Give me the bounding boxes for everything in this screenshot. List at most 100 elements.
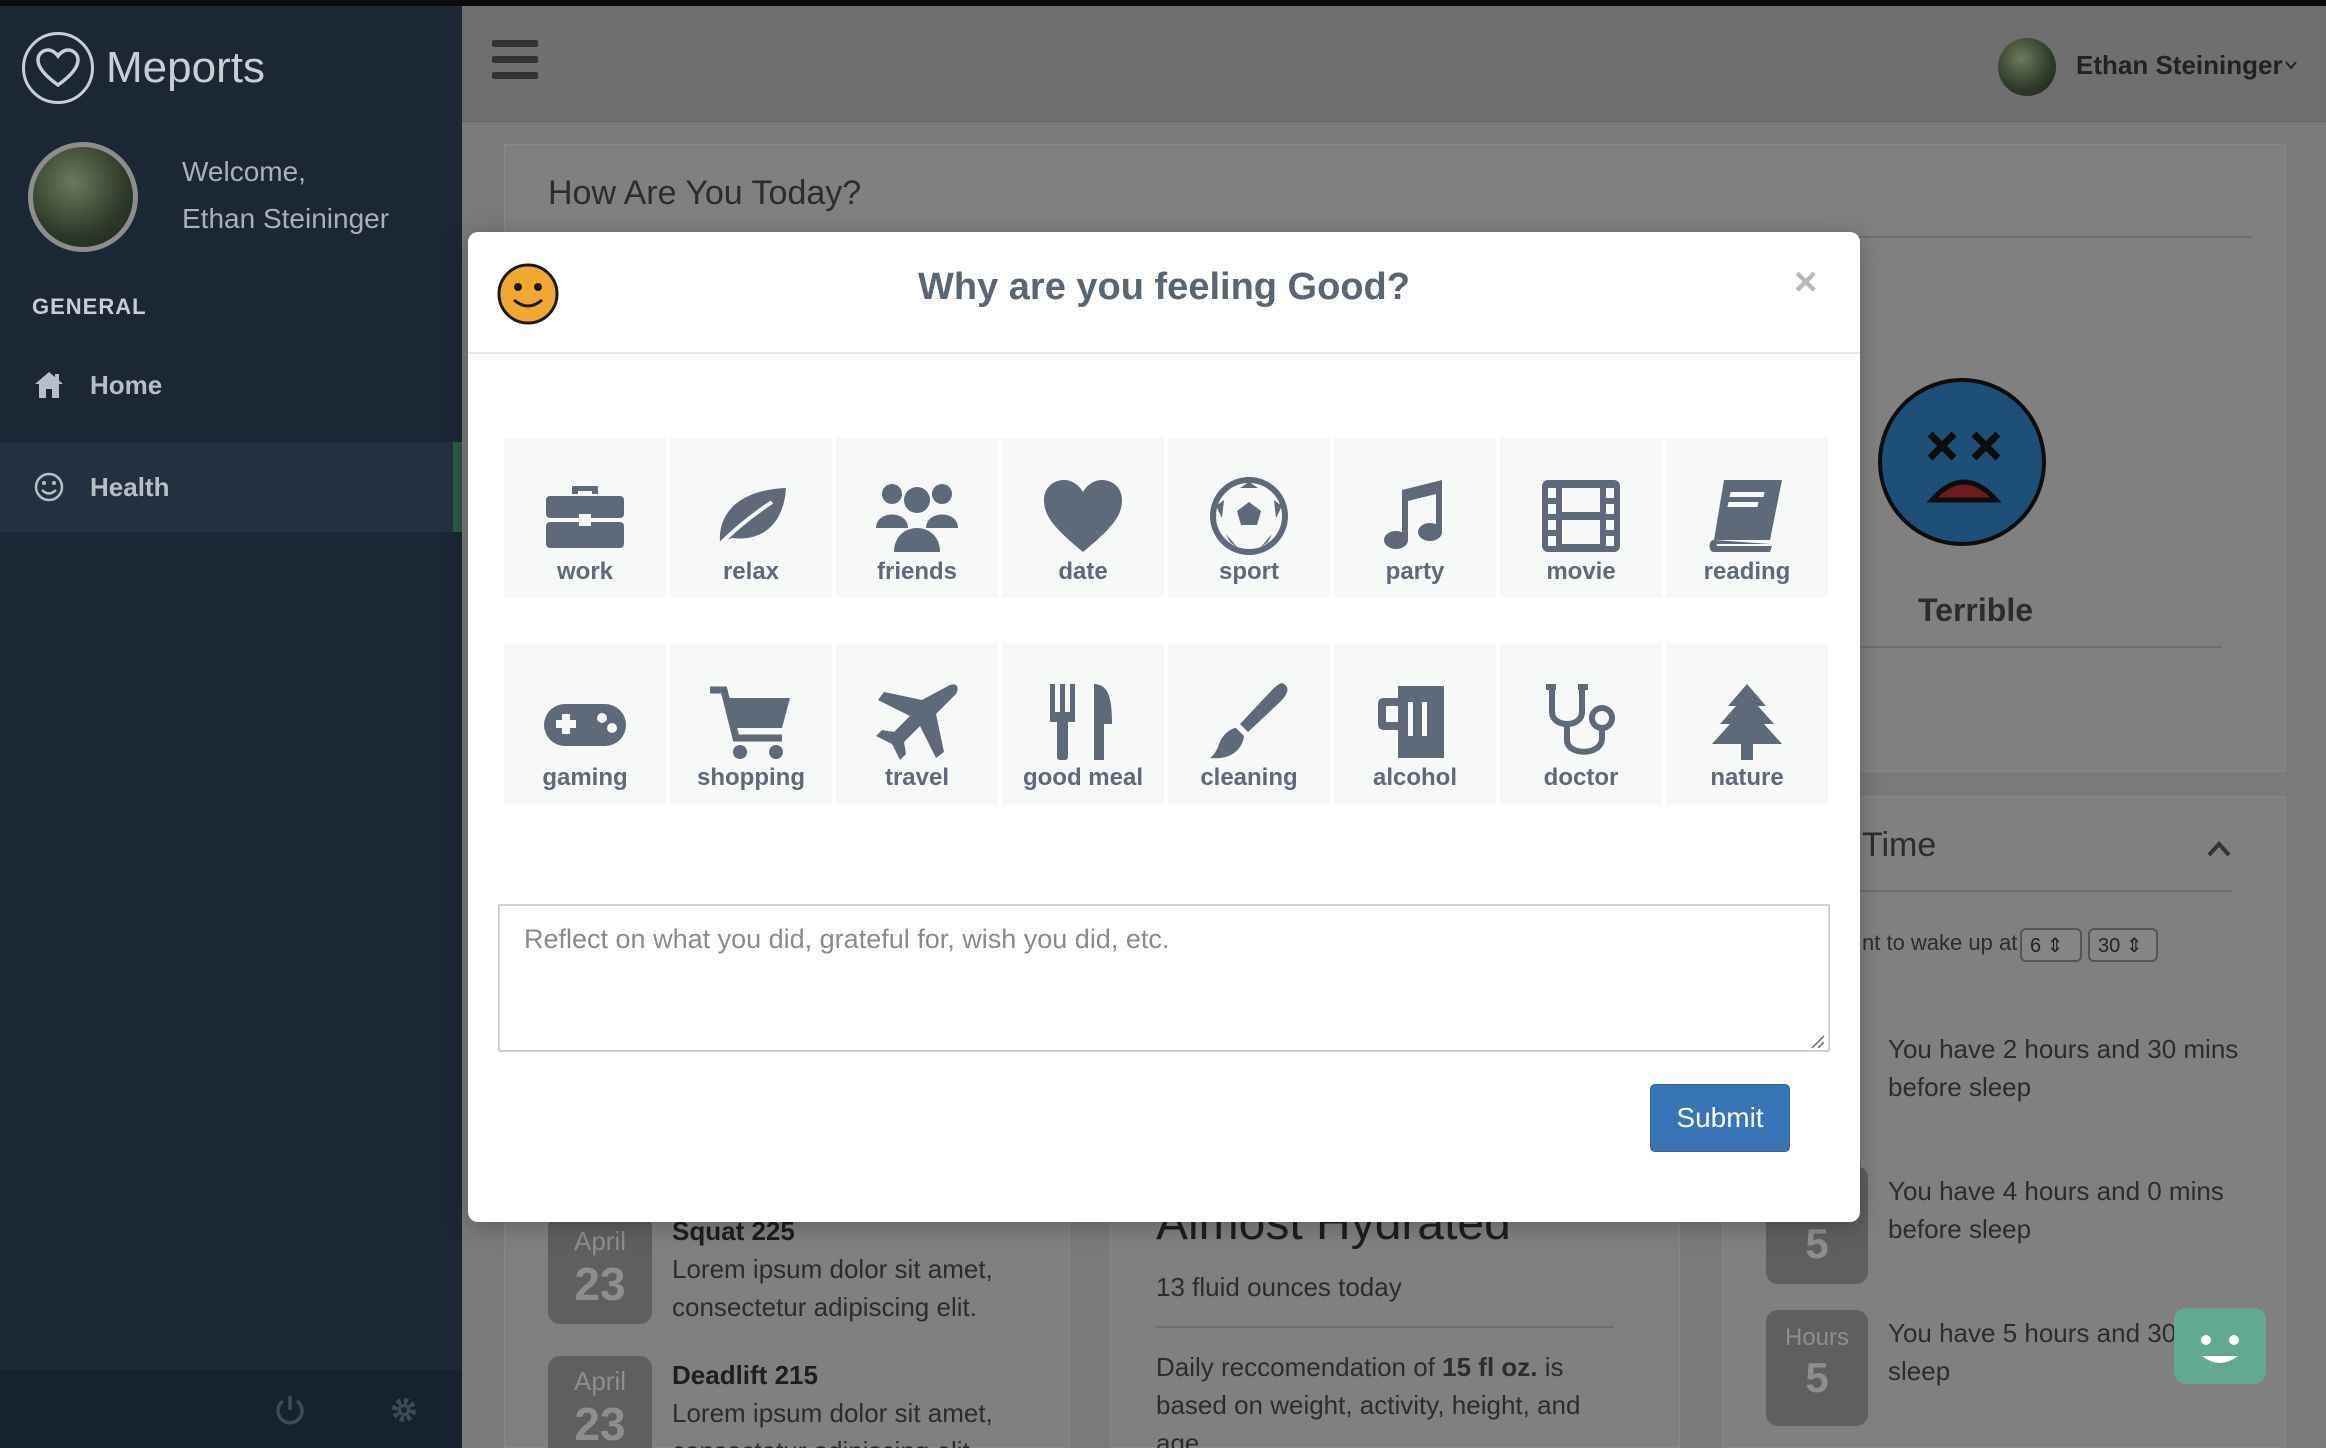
date-month: April: [573, 1366, 626, 1396]
smile-icon: [32, 470, 66, 504]
divider: [1156, 1326, 1614, 1328]
cutlery-icon: [1050, 684, 1112, 760]
reason-label: nature: [1710, 764, 1784, 791]
hours-badge: Hours 5: [1766, 1310, 1868, 1426]
reflection-textarea[interactable]: [498, 904, 1830, 1052]
sleep-message: You have 2 hours and 30 mins before slee…: [1888, 1034, 2239, 1102]
hours-badge-number: 5: [1805, 1354, 1829, 1401]
chat-face-icon: [2174, 1308, 2239, 1363]
reason-nature[interactable]: nature: [1666, 644, 1828, 804]
reason-label: cleaning: [1200, 764, 1298, 791]
reason-label: date: [1058, 558, 1108, 585]
date-badge: April 23: [548, 1356, 652, 1448]
sleep-panel-title: Time: [1862, 826, 1937, 864]
reason-label: party: [1385, 558, 1445, 585]
reason-friends[interactable]: friends: [836, 438, 998, 598]
sidebar-item-health[interactable]: Health: [0, 442, 462, 532]
top-navbar: Ethan Steininger: [462, 6, 2326, 122]
reason-cleaning[interactable]: cleaning: [1168, 644, 1330, 804]
brand[interactable]: Meports: [22, 32, 265, 104]
reason-label: reading: [1703, 558, 1791, 585]
briefcase-icon: [546, 486, 624, 548]
date-day: 23: [574, 1258, 626, 1310]
modal-title: Why are you feeling Good?: [918, 266, 1410, 308]
reason-alcohol[interactable]: alcohol: [1334, 644, 1496, 804]
sidebar-item-label: Home: [90, 369, 163, 400]
heart-icon: [1044, 480, 1122, 552]
plane-icon: [876, 684, 958, 760]
close-icon[interactable]: ×: [1794, 260, 1817, 305]
reason-doctor[interactable]: doctor: [1500, 644, 1662, 804]
reason-label: friends: [876, 558, 957, 585]
date-day: 23: [574, 1398, 626, 1448]
chevron-down-icon[interactable]: [2284, 58, 2298, 72]
wake-minute-select[interactable]: 30 ⇕: [2088, 928, 2158, 962]
mood-label-terrible: Terrible: [1918, 592, 2033, 628]
date-month: April: [573, 1226, 626, 1256]
reason-sport[interactable]: sport: [1168, 438, 1330, 598]
brush-icon: [1210, 683, 1288, 759]
chat-widget-button[interactable]: [2174, 1308, 2266, 1384]
tree-icon: [1712, 684, 1782, 760]
welcome-text: Welcome,: [182, 156, 306, 187]
wake-hour-value: 6: [2030, 935, 2042, 957]
profile-avatar[interactable]: [28, 142, 138, 252]
menu-toggle-icon[interactable]: [492, 40, 538, 80]
sidebar-footer: [0, 1370, 462, 1448]
reason-label: alcohol: [1372, 764, 1457, 791]
reason-reading[interactable]: reading: [1666, 438, 1828, 598]
sidebar-item-label: Health: [90, 471, 170, 502]
gamepad-icon: [544, 704, 626, 746]
book-icon: [1709, 480, 1782, 552]
reason-label: doctor: [1543, 764, 1619, 791]
reason-movie[interactable]: movie: [1500, 438, 1662, 598]
power-icon[interactable]: [270, 1390, 310, 1430]
reason-label: shopping: [697, 764, 805, 791]
hydration-desc-bold: 15 fl oz.: [1442, 1352, 1538, 1382]
soccer-ball-icon: [1210, 477, 1288, 555]
welcome-user-name: Ethan Steininger: [182, 203, 390, 234]
sleep-message: You have 4 hours and 0 mins before sleep: [1888, 1176, 2224, 1244]
sidebar-item-home[interactable]: Home: [0, 340, 462, 430]
wake-hour-select[interactable]: 6 ⇕: [2020, 928, 2082, 962]
mug-icon: [1378, 686, 1444, 758]
reason-relax[interactable]: relax: [670, 438, 832, 598]
resize-handle-icon[interactable]: [1810, 1034, 1826, 1050]
hours-badge-number: 5: [1805, 1220, 1829, 1267]
cart-icon: [710, 686, 790, 759]
reason-work[interactable]: work: [504, 438, 666, 598]
reason-label: good meal: [1022, 764, 1143, 791]
reason-label: gaming: [542, 764, 628, 791]
date-badge: April 23: [548, 1216, 652, 1324]
reason-date[interactable]: date: [1002, 438, 1164, 598]
reason-label: sport: [1219, 558, 1279, 585]
modal-header: Why are you feeling Good? ×: [468, 232, 1860, 354]
user-menu-name[interactable]: Ethan Steininger: [2076, 50, 2283, 81]
reason-travel[interactable]: travel: [836, 644, 998, 804]
chevron-up-icon[interactable]: [2206, 840, 2232, 858]
reason-gaming[interactable]: gaming: [504, 644, 666, 804]
leaf-icon: [712, 488, 786, 552]
reason-good-meal[interactable]: good meal: [1002, 644, 1164, 804]
workout-desc: Lorem ipsum dolor sit amet, consectetur …: [672, 1398, 993, 1448]
sidebar: Meports Welcome, Ethan Steininger GENERA…: [0, 6, 462, 1448]
reason-party[interactable]: party: [1334, 438, 1496, 598]
reason-label: work: [556, 558, 613, 585]
hydration-desc-pre: Daily reccomendation of: [1156, 1352, 1443, 1382]
home-icon: [32, 368, 66, 402]
reason-shopping[interactable]: shopping: [670, 644, 832, 804]
gear-icon[interactable]: [384, 1390, 424, 1430]
divider: [1860, 890, 2232, 892]
workout-title: Deadlift 215: [672, 1360, 818, 1390]
submit-button[interactable]: Submit: [1650, 1084, 1790, 1152]
reason-label: relax: [722, 558, 780, 585]
user-avatar[interactable]: [1998, 38, 2056, 96]
hydration-desc: Daily reccomendation of 15 fl oz. is bas…: [1156, 1348, 1626, 1448]
terrible-face-icon[interactable]: [1878, 378, 2046, 546]
divider: [1860, 646, 2222, 648]
section-title-general: GENERAL: [32, 294, 147, 319]
film-icon: [1542, 480, 1620, 552]
wake-minute-value: 30: [2098, 935, 2121, 957]
hours-badge-label: Hours: [1784, 1324, 1850, 1351]
wake-up-label: nt to wake up at: [1862, 930, 2018, 955]
